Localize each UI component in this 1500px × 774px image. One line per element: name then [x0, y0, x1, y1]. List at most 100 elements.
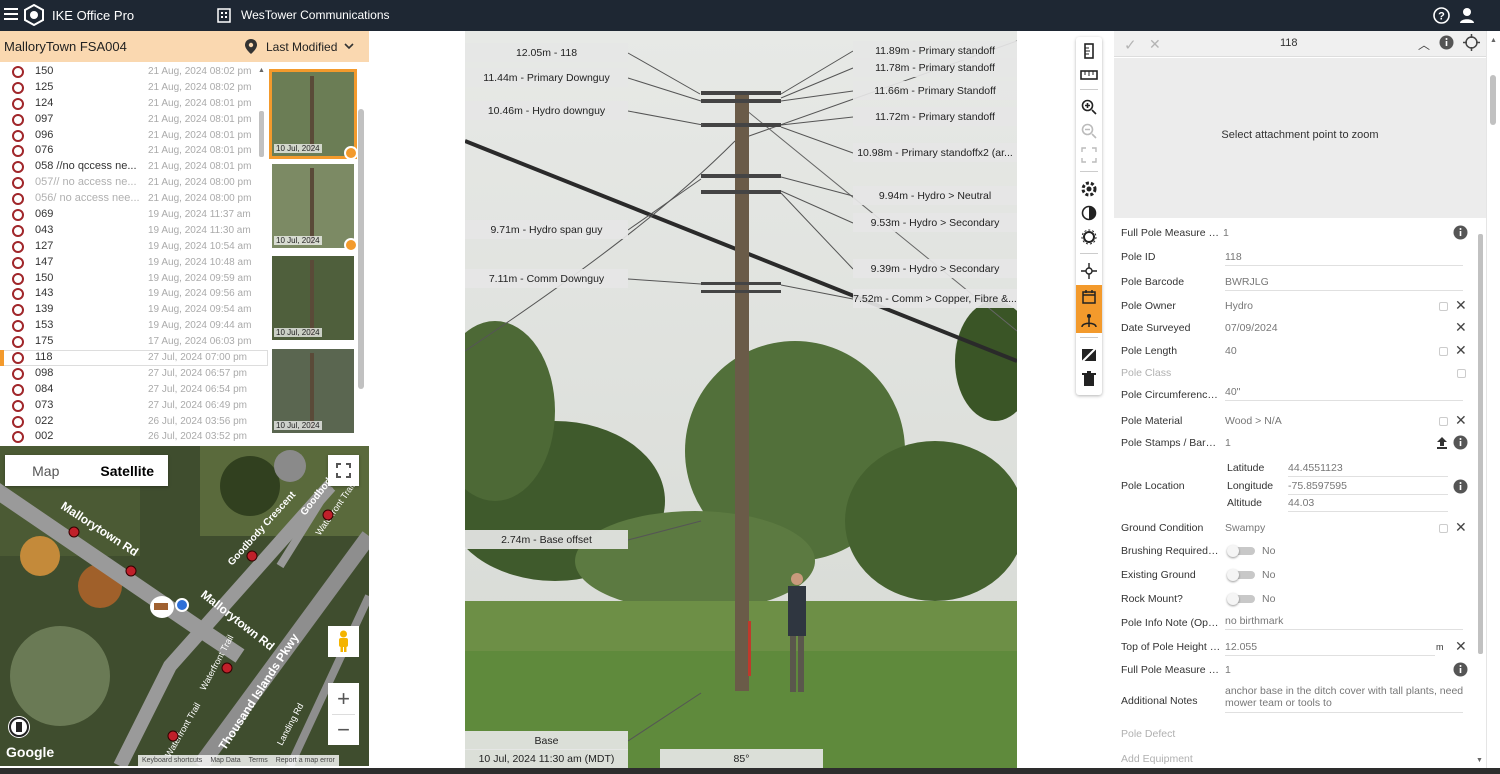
confirm-icon[interactable]: ✓ — [1124, 36, 1137, 54]
pole-list-item[interactable]: 073 27 Jul, 2024 06:49 pm — [0, 398, 268, 414]
upload-icon[interactable] — [1436, 436, 1448, 449]
hide-labels-tool[interactable] — [1076, 343, 1102, 367]
measurement-label[interactable]: 10.46m - Hydro downguy — [465, 101, 628, 120]
compass-icon[interactable] — [8, 716, 30, 738]
info-icon[interactable] — [1453, 662, 1468, 677]
project-name[interactable]: MalloryTown FSA004 — [4, 39, 127, 54]
zoom-out-tool[interactable] — [1076, 119, 1102, 143]
settings-tool[interactable] — [1076, 177, 1102, 201]
date-surveyed-field[interactable]: 07/09/2024 — [1225, 322, 1325, 336]
attachment-zoom-area[interactable]: Select attachment point to zoom — [1114, 58, 1486, 218]
pole-list-item[interactable]: 175 17 Aug, 2024 06:03 pm — [0, 334, 268, 350]
pole-list-item[interactable]: 147 19 Aug, 2024 10:48 am — [0, 255, 268, 271]
measurement-label[interactable]: 2.74m - Base offset — [465, 530, 628, 549]
scroll-down-icon[interactable]: ▼ — [1476, 757, 1483, 764]
measurement-label[interactable]: Base — [465, 731, 628, 750]
scroll-up-icon[interactable]: ▲ — [1490, 37, 1497, 44]
photo-thumbnail[interactable]: 10 Jul, 2024 — [269, 69, 358, 160]
target-icon[interactable] — [1463, 34, 1480, 51]
measurement-label[interactable]: 9.39m - Hydro > Secondary — [853, 259, 1017, 278]
location-pin-icon[interactable] — [245, 39, 257, 54]
cancel-icon[interactable]: ✕ — [1149, 36, 1161, 53]
pole-circumference-field[interactable]: 40" — [1225, 386, 1463, 401]
window-scrollbar[interactable]: ▲ — [1486, 31, 1500, 768]
ground-condition-field[interactable]: Swampy — [1225, 522, 1325, 536]
pole-list-item[interactable]: 058 //no qccess ne... 21 Aug, 2024 08:01 … — [0, 159, 268, 175]
full-measure-1-value[interactable]: 1 — [1223, 227, 1461, 241]
copy-icon[interactable] — [1439, 347, 1448, 356]
map-type-map-button[interactable]: Map — [5, 455, 87, 486]
street-view-button[interactable] — [328, 626, 359, 657]
height-measure-tool[interactable] — [1076, 39, 1102, 63]
measurement-label[interactable]: 9.53m - Hydro > Secondary — [853, 213, 1017, 232]
measurement-label[interactable]: 7.52m - Comm > Copper, Fibre &... — [853, 289, 1017, 308]
add-equipment-link[interactable]: Add Equipment — [1121, 753, 1221, 765]
measurement-label[interactable]: 10.98m - Primary standoffx2 (ar... — [853, 143, 1017, 162]
pole-list-item[interactable]: 124 21 Aug, 2024 08:01 pm — [0, 96, 268, 112]
pole-list-item[interactable]: 125 21 Aug, 2024 08:02 pm — [0, 80, 268, 96]
delete-tool[interactable] — [1076, 367, 1102, 391]
pole-info-note-field[interactable]: no birthmark — [1225, 615, 1463, 630]
collapse-icon[interactable]: ︿ — [1418, 36, 1430, 53]
pole-list-item[interactable]: 127 19 Aug, 2024 10:54 am — [0, 239, 268, 255]
pole-barcode-field[interactable]: BWRJLG — [1225, 276, 1463, 291]
thumbnail-scrollbar[interactable] — [358, 109, 364, 389]
clear-icon[interactable]: ✕ — [1455, 342, 1467, 359]
clear-icon[interactable]: ✕ — [1455, 519, 1467, 536]
measurement-label[interactable]: 11.78m - Primary standoff — [853, 58, 1017, 77]
measurement-label[interactable]: 12.05m - 118 — [465, 43, 628, 62]
pole-list-item[interactable]: 056/ no access nee... 21 Aug, 2024 08:00 … — [0, 191, 268, 207]
zoom-in-tool[interactable] — [1076, 95, 1102, 119]
info-icon[interactable] — [1453, 225, 1468, 240]
pole-list-item[interactable]: 096 21 Aug, 2024 08:01 pm — [0, 128, 268, 144]
pole-list-item[interactable]: 076 21 Aug, 2024 08:01 pm — [0, 143, 268, 159]
map-data-link[interactable]: Map Data — [210, 757, 240, 764]
fit-screen-tool[interactable] — [1076, 143, 1102, 167]
chevron-down-icon[interactable] — [344, 41, 354, 51]
measurement-label[interactable]: 9.71m - Hydro span guy — [465, 220, 628, 239]
altitude-field[interactable]: 44.03 — [1288, 497, 1448, 512]
pole-list-item[interactable]: 098 27 Jul, 2024 06:57 pm — [0, 366, 268, 382]
map-type-satellite-button[interactable]: Satellite — [87, 455, 169, 486]
pole-material-field[interactable]: Wood > N/A — [1225, 415, 1325, 429]
top-of-pole-height-field[interactable]: 12.055 — [1225, 641, 1435, 656]
pole-list-item[interactable]: 150 19 Aug, 2024 09:59 am — [0, 271, 268, 287]
scroll-up-icon[interactable]: ▲ — [258, 67, 265, 74]
info-icon[interactable] — [1439, 35, 1454, 50]
pole-photo-view[interactable]: 12.05m - 118 11.44m - Primary Downguy 10.4… — [465, 31, 1017, 768]
details-scrollbar[interactable]: ▼ — [1476, 234, 1484, 764]
clear-icon[interactable]: ✕ — [1455, 297, 1467, 314]
additional-notes-field[interactable]: anchor base in the ditch cover with tall… — [1225, 685, 1463, 713]
report-map-error-link[interactable]: Report a map error — [276, 757, 335, 764]
pole-list-item[interactable]: 118 27 Jul, 2024 07:00 pm — [0, 350, 268, 366]
pole-list-item[interactable]: 057// no access ne... 21 Aug, 2024 08:00 … — [0, 175, 268, 191]
measurement-label[interactable]: 11.72m - Primary standoff — [853, 107, 1017, 126]
full-measure-2-value[interactable]: 1 — [1225, 664, 1325, 678]
measurement-label[interactable]: 11.66m - Primary Standoff — [853, 81, 1017, 100]
longitude-field[interactable]: -75.8597595 — [1288, 480, 1448, 495]
info-icon[interactable] — [1453, 435, 1468, 450]
user-icon[interactable] — [1459, 7, 1475, 24]
pole-id-field[interactable]: 118 — [1225, 251, 1463, 266]
rock-mount-toggle[interactable] — [1227, 593, 1257, 605]
clear-icon[interactable]: ✕ — [1455, 638, 1467, 655]
organization-name[interactable]: WesTower Communications — [241, 8, 390, 22]
keyboard-shortcuts-link[interactable]: Keyboard shortcuts — [142, 757, 202, 764]
scrollbar-thumb[interactable] — [1478, 234, 1483, 654]
measurement-label[interactable]: 7.11m - Comm Downguy — [465, 269, 628, 288]
crosshair-tool[interactable] — [1076, 259, 1102, 283]
photo-thumbnail[interactable]: 10 Jul, 2024 — [272, 256, 354, 340]
pole-stamps-value[interactable]: 1 — [1225, 437, 1325, 451]
pole-list-item[interactable]: 002 26 Jul, 2024 03:52 pm — [0, 429, 268, 445]
fullscreen-button[interactable] — [328, 455, 359, 486]
sort-select[interactable]: Last Modified — [266, 40, 337, 54]
scrollbar-thumb[interactable] — [1490, 75, 1496, 125]
brushing-toggle[interactable] — [1227, 545, 1257, 557]
clear-icon[interactable]: ✕ — [1455, 319, 1467, 336]
clear-icon[interactable]: ✕ — [1455, 412, 1467, 429]
pole-list-item[interactable]: 150 21 Aug, 2024 08:02 pm — [0, 64, 268, 80]
existing-ground-toggle[interactable] — [1227, 569, 1257, 581]
pole-list-item[interactable]: 097 21 Aug, 2024 08:01 pm — [0, 112, 268, 128]
scrollbar-thumb[interactable] — [259, 111, 264, 157]
pole-list-item[interactable]: 084 27 Jul, 2024 06:54 pm — [0, 382, 268, 398]
